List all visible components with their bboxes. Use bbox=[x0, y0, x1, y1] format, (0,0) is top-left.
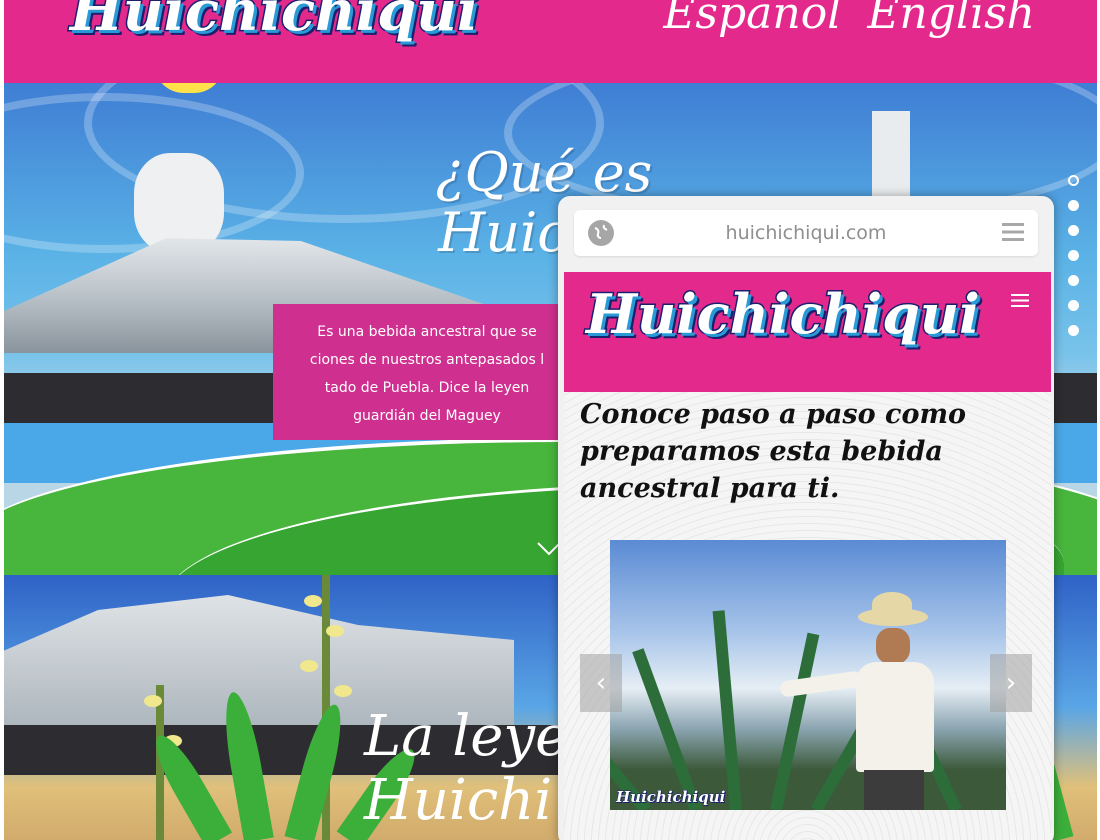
mobile-header: Huichichiqui bbox=[564, 272, 1051, 392]
section-nav-dot[interactable] bbox=[1068, 300, 1079, 311]
farmer-photo: Huichichiqui bbox=[610, 540, 1006, 810]
section-nav-dot[interactable] bbox=[1068, 200, 1079, 211]
carousel-next-button[interactable]: › bbox=[990, 654, 1032, 712]
mobile-content: Conoce paso a paso como preparamos esta … bbox=[564, 392, 1051, 840]
photo-watermark: Huichichiqui bbox=[615, 788, 726, 807]
mobile-logo[interactable]: Huichichiqui bbox=[585, 281, 982, 348]
photo-carousel[interactable]: Huichichiqui bbox=[610, 540, 1006, 810]
browser-url-bar[interactable]: huichichiqui.com bbox=[574, 210, 1038, 256]
section-nav-dot[interactable] bbox=[1068, 275, 1079, 286]
mobile-heading: Conoce paso a paso como preparamos esta … bbox=[580, 399, 967, 504]
hero-text-line: Es una bebida ancestral que se bbox=[317, 324, 537, 340]
hero-text-line: guardián del Maguey bbox=[353, 408, 501, 424]
hamburger-menu-icon[interactable] bbox=[1002, 223, 1024, 241]
hero-text-line: tado de Puebla. Dice la leyen bbox=[324, 380, 530, 396]
mobile-preview: huichichiqui.com Huichichiqui Conoce pas… bbox=[558, 196, 1054, 840]
agave-flower bbox=[144, 695, 162, 707]
smoke-cloud bbox=[134, 153, 224, 253]
browser-url-text: huichichiqui.com bbox=[725, 222, 887, 244]
section-nav-dot[interactable] bbox=[1068, 250, 1079, 261]
lang-spanish-link[interactable]: Español bbox=[663, 0, 841, 39]
agave-flower bbox=[300, 660, 318, 672]
section-nav-dot[interactable] bbox=[1068, 175, 1079, 186]
agave-flower bbox=[304, 595, 322, 607]
language-switcher: Español English bbox=[663, 0, 1035, 39]
section-nav-dots bbox=[1068, 175, 1079, 336]
agave-leaf bbox=[712, 610, 742, 810]
carousel-prev-button[interactable]: ‹ bbox=[580, 654, 622, 712]
hero-text-line: ciones de nuestros antepasados l bbox=[309, 352, 545, 368]
hero-title-line1: ¿Qué es bbox=[435, 141, 653, 204]
agave-leaf bbox=[770, 632, 820, 810]
agave-flower bbox=[334, 685, 352, 697]
site-header: Huichichiqui Español English bbox=[4, 0, 1097, 83]
farmer-figure bbox=[779, 592, 942, 810]
lang-english-link[interactable]: English bbox=[867, 0, 1035, 39]
site-logo[interactable]: Huichichiqui bbox=[68, 0, 479, 46]
mobile-menu-icon[interactable] bbox=[1011, 294, 1029, 307]
agave-flower bbox=[326, 625, 344, 637]
section-nav-dot[interactable] bbox=[1068, 225, 1079, 236]
hero-description-box: Es una bebida ancestral que se ciones de… bbox=[273, 304, 573, 440]
section-nav-dot[interactable] bbox=[1068, 325, 1079, 336]
agave-leaf bbox=[632, 648, 702, 810]
